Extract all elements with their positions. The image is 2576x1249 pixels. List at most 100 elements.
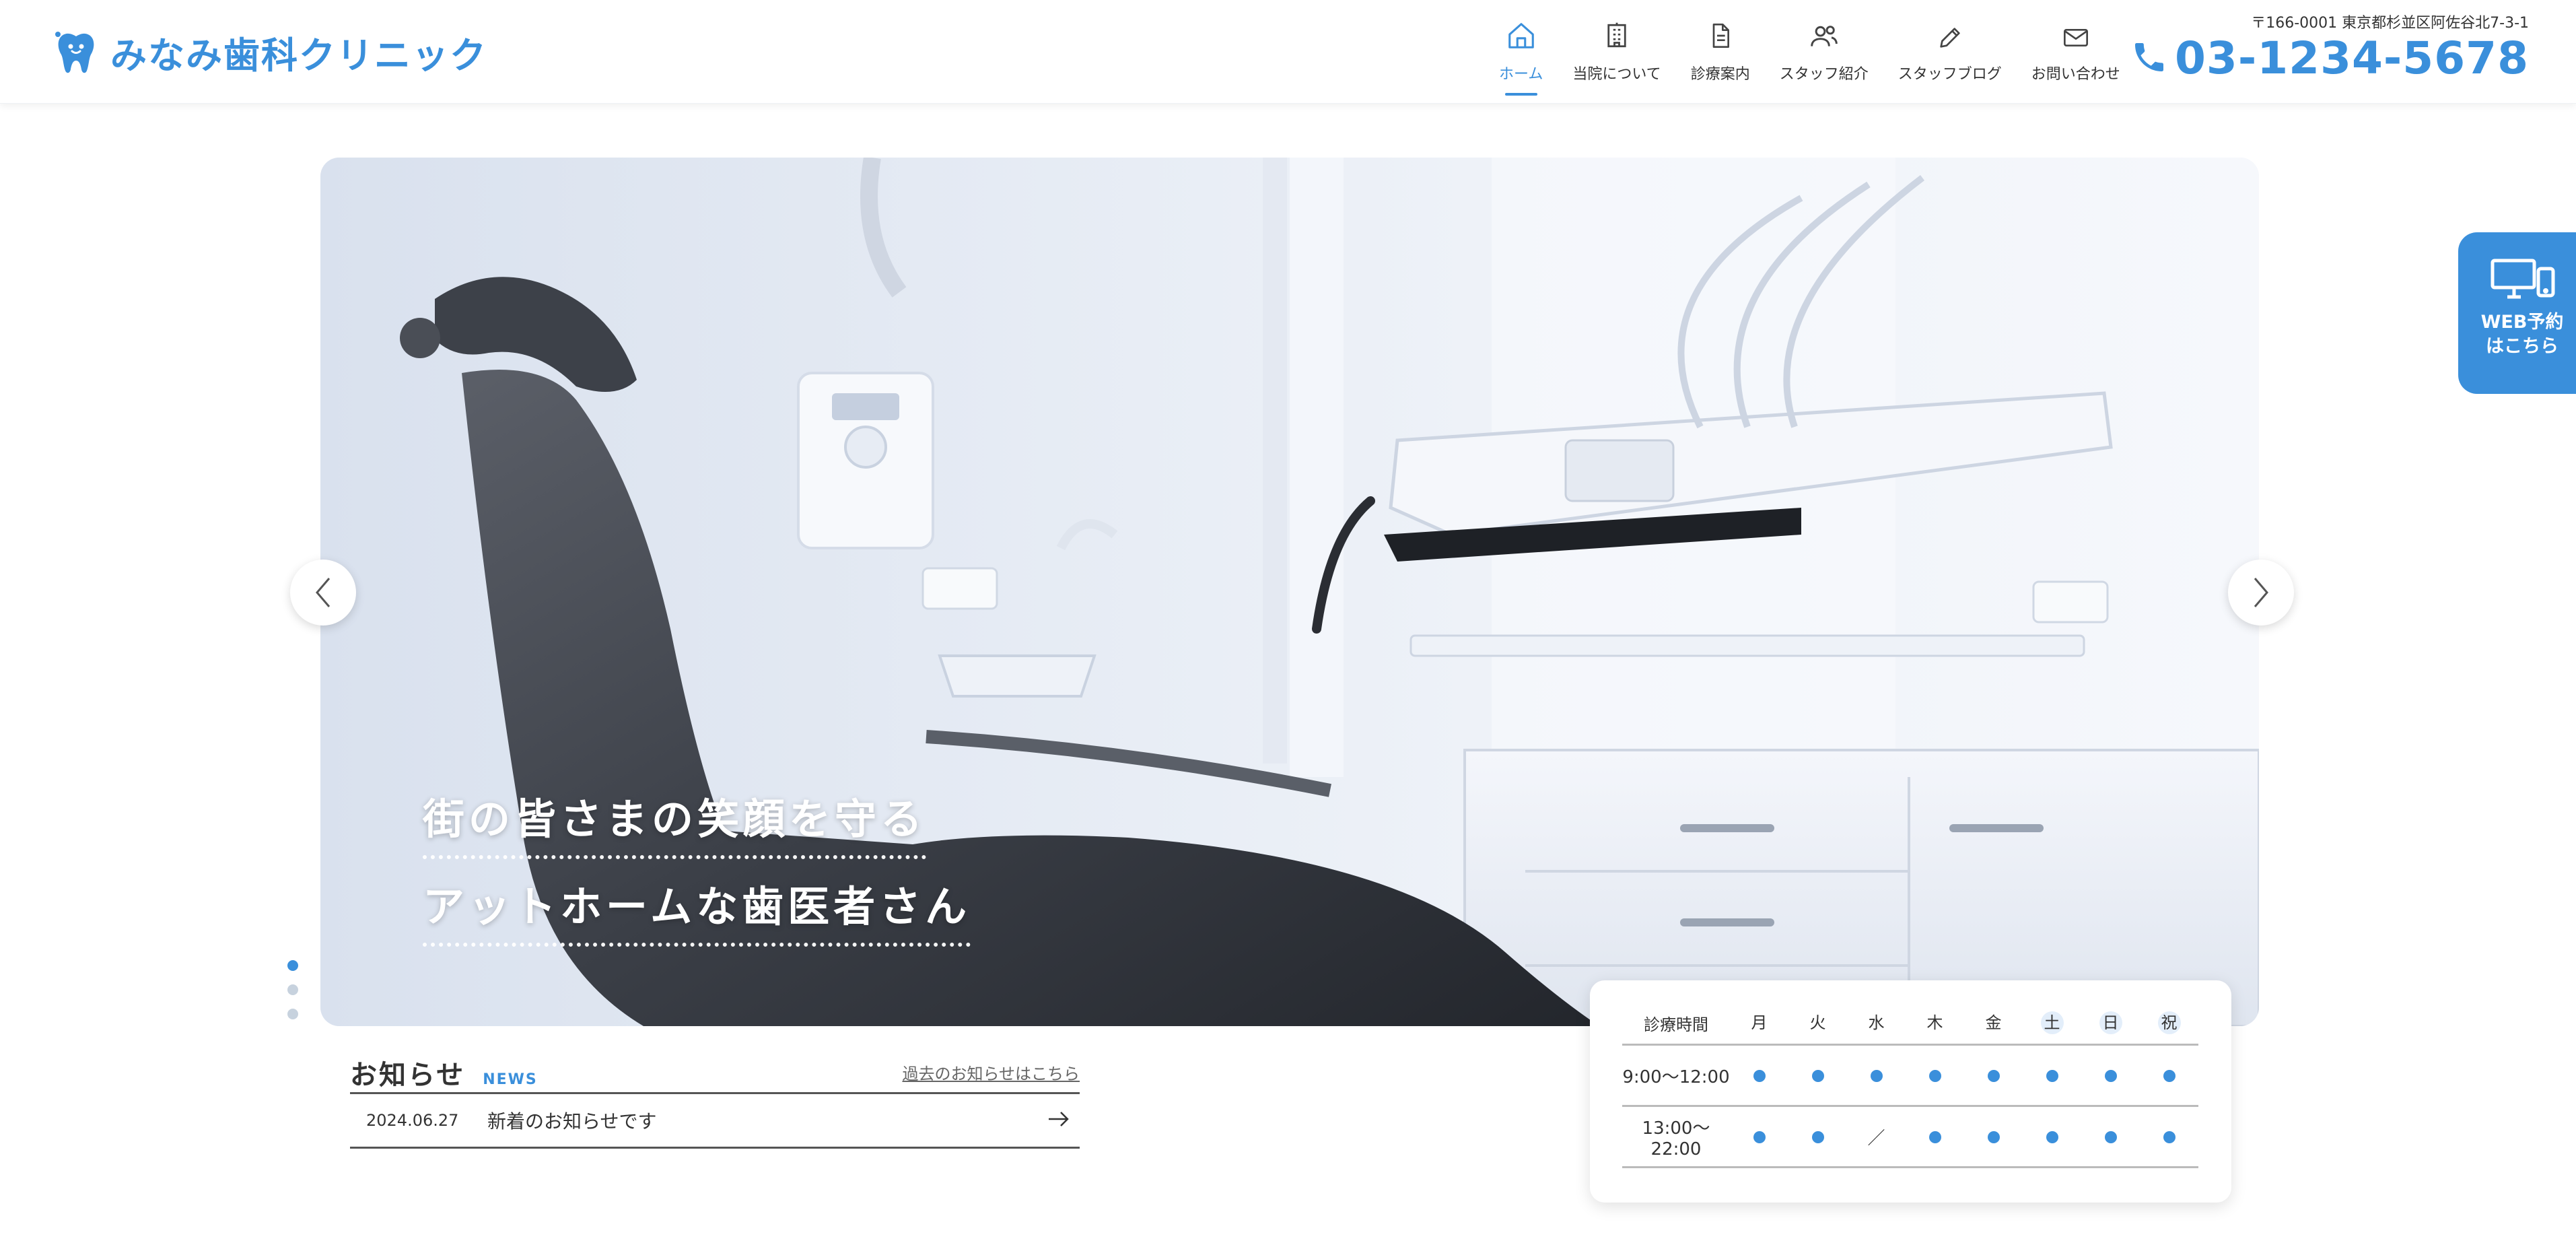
- hero-tagline-line2: アットホームな歯医者さん: [423, 873, 971, 947]
- slider-dot-3[interactable]: [287, 1009, 298, 1019]
- day-label: 水: [1868, 1013, 1885, 1032]
- mail-icon: [2060, 13, 2091, 51]
- open-dot: [1987, 1130, 2000, 1143]
- building-icon: [1603, 13, 1631, 51]
- home-icon: [1506, 13, 1537, 51]
- clinic-logo[interactable]: みなみ歯科クリニック: [54, 26, 487, 79]
- open-cell: [1730, 1044, 1788, 1107]
- open-cell: [1788, 1044, 1847, 1107]
- hero-slider: 街の皆さまの笑顔を守る アットホームな歯医者さん: [320, 158, 2259, 1026]
- day-label: 月: [1751, 1013, 1768, 1032]
- day-mon: 月: [1730, 1002, 1788, 1046]
- day-tue: 火: [1788, 1002, 1847, 1046]
- open-dot: [1753, 1069, 1766, 1082]
- news-item[interactable]: 2024.06.27 新着のお知らせです: [350, 1094, 1080, 1149]
- day-sat: 土: [2023, 1002, 2081, 1046]
- nav-item-treatment[interactable]: 診療案内: [1676, 13, 1765, 94]
- open-dot: [1811, 1069, 1824, 1082]
- news-title: お知らせ: [350, 1060, 466, 1091]
- open-dot: [1811, 1130, 1824, 1143]
- clinic-address: 〒166-0001 東京都杉並区阿佐谷北7-3-1: [2251, 15, 2529, 32]
- news-subtitle: NEWS: [483, 1071, 538, 1088]
- nav-item-home[interactable]: ホーム: [1484, 13, 1558, 96]
- open-dot: [2104, 1130, 2117, 1143]
- slider-dot-2[interactable]: [287, 984, 298, 995]
- open-dot: [1753, 1130, 1766, 1143]
- people-icon: [1809, 13, 1840, 51]
- hours-time: 9:00〜12:00: [1622, 1044, 1730, 1107]
- pencil-icon: [1937, 13, 1963, 51]
- open-dot: [1928, 1069, 1941, 1082]
- closed-mark: ／: [1867, 1128, 1885, 1149]
- open-dot: [2163, 1069, 2175, 1082]
- open-cell: [2023, 1044, 2081, 1107]
- tooth-logo-icon: [54, 30, 98, 75]
- news-section: お知らせ NEWS 過去のお知らせはこちら 2024.06.27 新着のお知らせ…: [350, 1049, 1080, 1149]
- open-cell: [1906, 1044, 1964, 1107]
- day-label: 火: [1809, 1013, 1826, 1032]
- open-cell: [2140, 1106, 2198, 1168]
- phone-link[interactable]: 03-1234-5678: [2130, 36, 2529, 81]
- web-reservation-line1: WEB予約: [2480, 312, 2564, 333]
- nav-label: お問い合わせ: [2031, 66, 2120, 83]
- slider-next-button[interactable]: [2228, 560, 2294, 626]
- open-cell: [2140, 1044, 2198, 1107]
- nav-label: スタッフブログ: [1898, 66, 2002, 83]
- slider-prev-button[interactable]: [290, 560, 356, 626]
- phone-icon: [2130, 38, 2168, 79]
- open-cell: [2081, 1044, 2140, 1107]
- open-dot: [1928, 1130, 1941, 1143]
- main-nav: ホーム 当院について 診療案内 スタッフ紹介 スタッフブログ お問い合わせ: [1484, 13, 2135, 96]
- day-holiday: 祝: [2140, 1002, 2198, 1046]
- open-dot: [2104, 1069, 2117, 1082]
- devices-icon: [2458, 258, 2576, 304]
- news-text: 新着のお知らせです: [487, 1110, 657, 1133]
- open-cell: [2081, 1106, 2140, 1168]
- nav-label: 当院について: [1572, 66, 1661, 83]
- hero-tagline-line1: 街の皆さまの笑顔を守る: [423, 785, 927, 859]
- day-thu: 木: [1906, 1002, 1964, 1046]
- web-reservation-button[interactable]: WEB予約 はこちら: [2458, 232, 2576, 394]
- chevron-right-icon: [2254, 578, 2268, 607]
- news-date: 2024.06.27: [366, 1111, 459, 1130]
- nav-item-about[interactable]: 当院について: [1558, 13, 1675, 94]
- day-label: 木: [1926, 1013, 1943, 1032]
- day-fri: 金: [1964, 1002, 2023, 1046]
- slider-pagination: [287, 960, 298, 1019]
- slider-dot-1[interactable]: [287, 960, 298, 971]
- open-dot: [1987, 1069, 2000, 1082]
- news-archive-link[interactable]: 過去のお知らせはこちら: [902, 1060, 1080, 1084]
- open-dot: [2163, 1130, 2175, 1143]
- open-cell: [1906, 1106, 1964, 1168]
- day-sun: 日: [2081, 1002, 2140, 1046]
- office-hours-card: 診療時間 月 火 水 木 金 土 日 祝 9:00〜12:00 13:00〜22…: [1590, 980, 2231, 1203]
- open-dot: [2046, 1069, 2058, 1082]
- nav-item-staff[interactable]: スタッフ紹介: [1765, 13, 1883, 94]
- open-cell: [2023, 1106, 2081, 1168]
- open-cell: [1964, 1044, 2023, 1107]
- day-label: 祝: [2157, 1011, 2181, 1034]
- open-cell: [1788, 1106, 1847, 1168]
- day-label: 金: [1985, 1013, 2002, 1032]
- hours-time: 13:00〜22:00: [1622, 1106, 1730, 1168]
- nav-item-blog[interactable]: スタッフブログ: [1883, 13, 2017, 94]
- office-hours-table: 診療時間 月 火 水 木 金 土 日 祝 9:00〜12:00 13:00〜22…: [1622, 1002, 2198, 1168]
- day-label: 土: [2040, 1011, 2064, 1034]
- site-header: みなみ歯科クリニック ホーム 当院について 診療案内 スタッフ紹介 スタッフブロ…: [0, 0, 2576, 104]
- arrow-right-icon: [1047, 1110, 1070, 1131]
- closed-cell: ／: [1847, 1106, 1906, 1168]
- open-cell: [1964, 1106, 2023, 1168]
- hours-row-morning: 9:00〜12:00: [1622, 1044, 2198, 1107]
- open-cell: [1730, 1106, 1788, 1168]
- nav-label: 診療案内: [1690, 66, 1750, 83]
- nav-label: ホーム: [1499, 66, 1543, 83]
- nav-item-contact[interactable]: お問い合わせ: [2017, 13, 2135, 94]
- nav-label: スタッフ紹介: [1779, 66, 1869, 83]
- day-wed: 水: [1847, 1002, 1906, 1046]
- web-reservation-line2: はこちら: [2486, 336, 2558, 358]
- day-label: 日: [2099, 1011, 2122, 1034]
- open-dot: [1870, 1069, 1883, 1082]
- open-cell: [1847, 1044, 1906, 1107]
- hours-row-afternoon: 13:00〜22:00 ／: [1622, 1106, 2198, 1168]
- phone-number: 03-1234-5678: [2174, 32, 2529, 84]
